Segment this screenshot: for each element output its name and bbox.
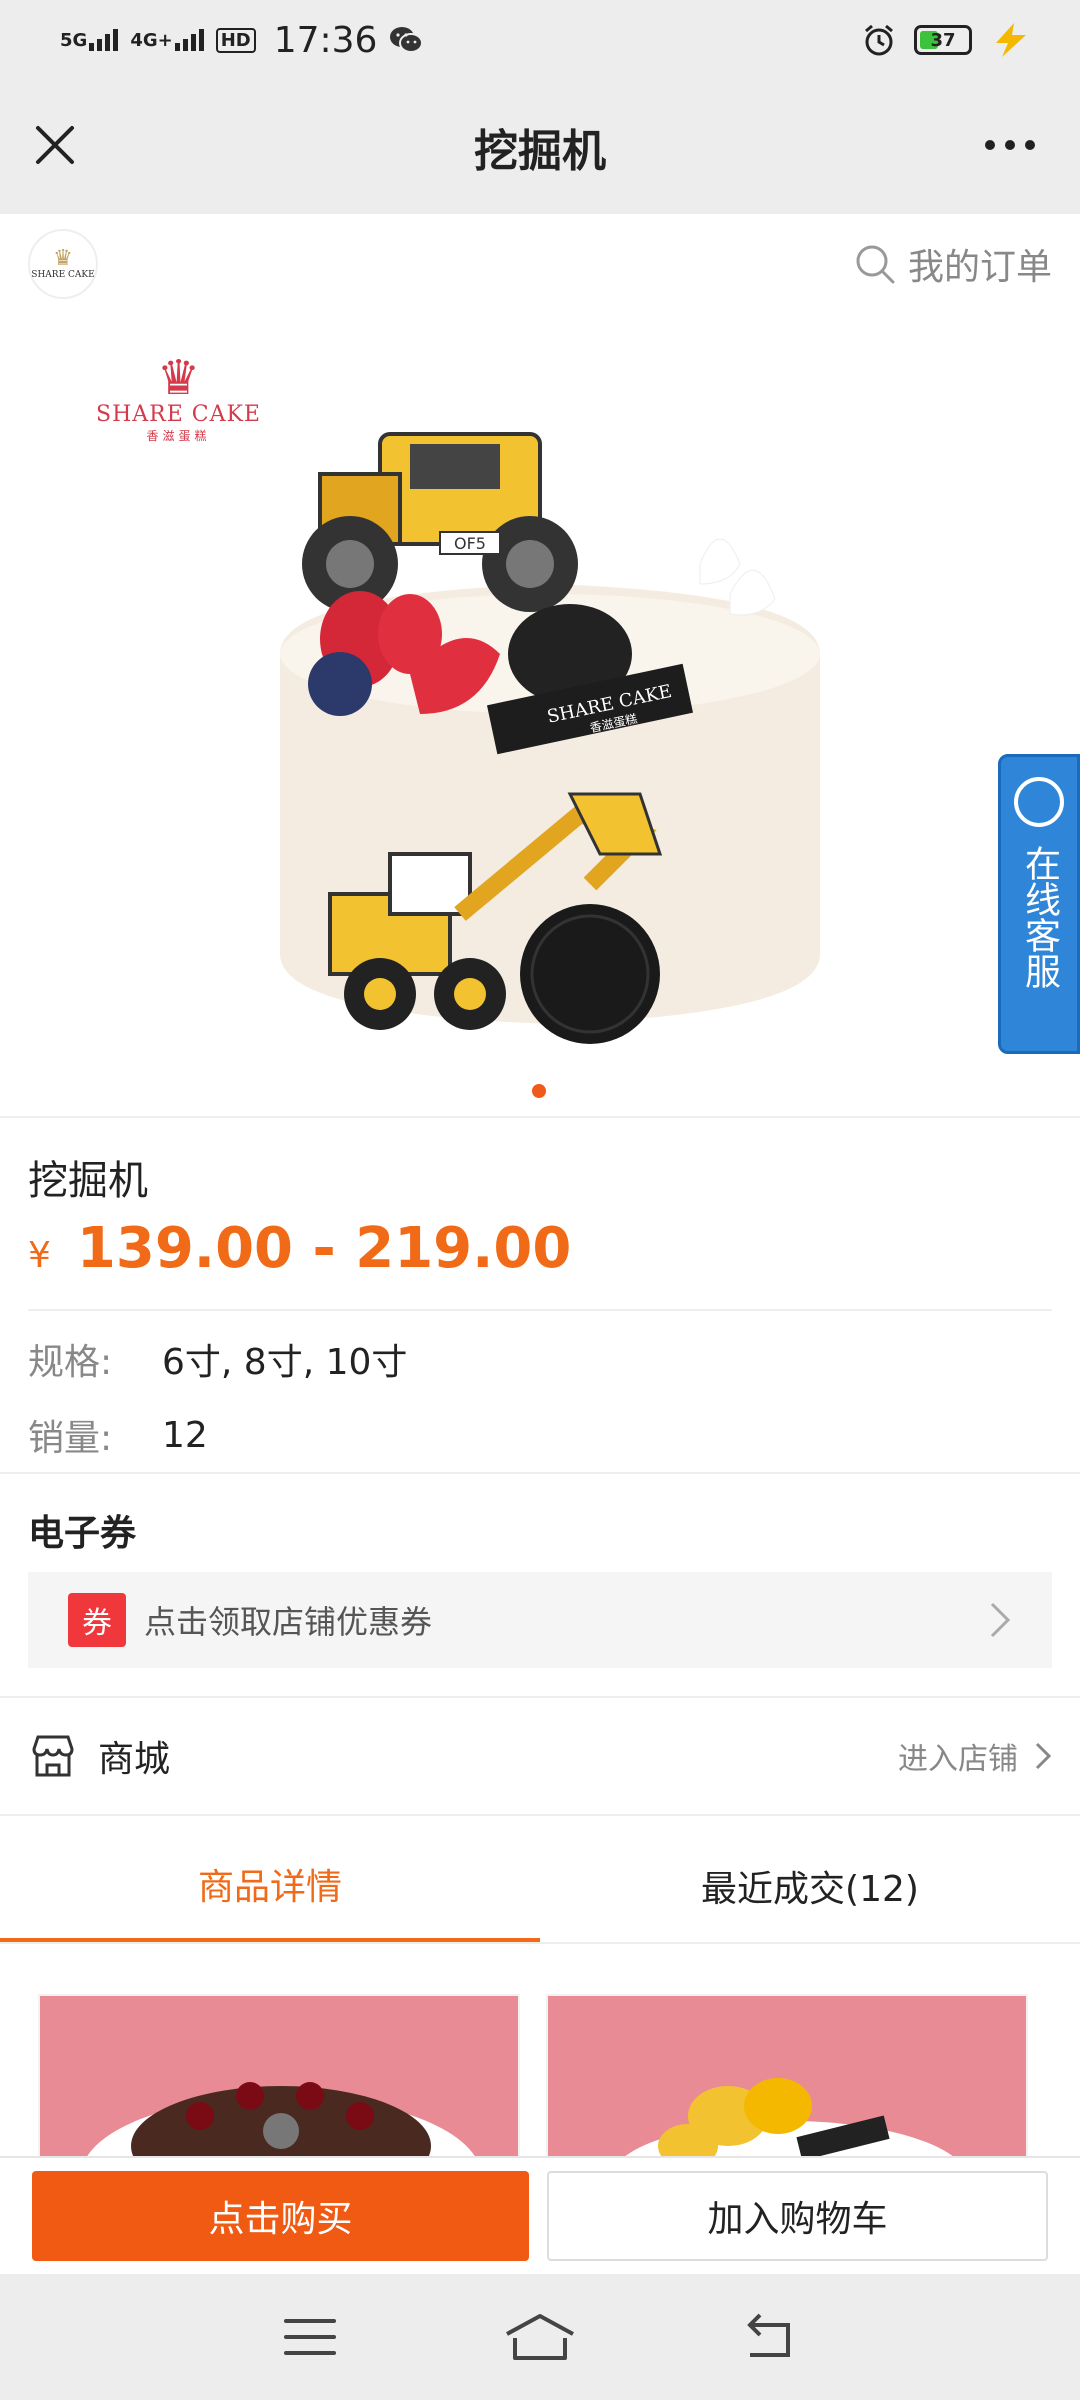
tab-recent-deals[interactable]: 最近成交(12) xyxy=(540,1830,1080,1942)
page-title: 挖掘机 xyxy=(474,126,606,177)
alarm-icon xyxy=(865,24,893,56)
claim-coupon-button[interactable]: 券 点击领取店铺优惠券 xyxy=(28,1572,1052,1668)
brand-watermark: ♛ SHARE CAKE 香滋蛋糕 xyxy=(96,354,261,444)
headset-icon xyxy=(1014,777,1064,827)
system-nav-bar xyxy=(0,2274,1080,2400)
detail-image-black-forest xyxy=(38,1994,520,2156)
currency-symbol: ¥ xyxy=(28,1235,51,1276)
home-icon[interactable] xyxy=(503,2312,577,2362)
hd-icon: HD xyxy=(215,27,256,53)
shop-logo[interactable]: ♛ SHARE CAKE xyxy=(28,229,98,299)
coupon-text: 点击领取店铺优惠券 xyxy=(144,1603,433,1641)
sales-row: 销量: 12 xyxy=(28,1397,1052,1473)
online-service-button[interactable]: 在线客服 xyxy=(998,754,1080,1054)
plate-text: OF5 xyxy=(454,534,486,553)
store-row[interactable]: 商城 进入店铺 xyxy=(0,1696,1080,1816)
status-bar: 5G 4G+ HD 17:36 37 xyxy=(0,0,1080,80)
battery-level: 37 xyxy=(930,29,956,51)
detail-tabs: 商品详情 最近成交(12) xyxy=(0,1830,1080,1944)
enter-store-label: 进入店铺 xyxy=(898,1742,1018,1777)
network-label-4g: 4G+ xyxy=(130,30,173,51)
charging-icon xyxy=(996,23,1026,57)
product-info: 挖掘机 ¥ 139.00 - 219.00 规格: 6寸, 8寸, 10寸 销量… xyxy=(0,1116,1080,1483)
signal-bars-icon xyxy=(89,29,119,51)
brand-name: SHARE CAKE xyxy=(96,402,261,427)
buy-button[interactable]: 点击购买 xyxy=(32,2171,529,2261)
spec-row: 规格: 6寸, 8寸, 10寸 xyxy=(28,1321,1052,1397)
chevron-right-icon xyxy=(1035,1742,1052,1770)
sales-value: 12 xyxy=(162,1414,208,1456)
search-icon xyxy=(856,245,895,284)
menu-icon[interactable] xyxy=(282,2315,338,2359)
cake-image: OF5 SHARE CAKE 香滋蛋糕 xyxy=(280,432,820,1044)
add-to-cart-button[interactable]: 加入购物车 xyxy=(547,2171,1048,2261)
shop-strip: ♛ SHARE CAKE 我的订单 xyxy=(0,214,1080,314)
tab-product-details[interactable]: 商品详情 xyxy=(0,1830,540,1942)
store-name: 商城 xyxy=(98,1739,171,1780)
chevron-right-icon xyxy=(990,1602,1011,1638)
signal-4g: 4G+ xyxy=(130,29,204,51)
store-icon xyxy=(32,1735,74,1777)
signal-5g: 5G xyxy=(60,29,119,51)
coupon-badge: 券 xyxy=(68,1593,126,1647)
detail-image-mango xyxy=(546,1994,1028,2156)
coupon-title: 电子券 xyxy=(28,1513,137,1554)
wechat-icon xyxy=(390,27,424,53)
coupon-section: 电子券 券 点击领取店铺优惠券 xyxy=(0,1472,1080,1696)
product-image-carousel[interactable]: ♛ SHARE CAKE 香滋蛋糕 OF5 SHARE CAKE 香滋蛋糕 在线… xyxy=(0,314,1080,1116)
enter-store-link[interactable]: 进入店铺 xyxy=(898,1734,1052,1778)
spec-label: 规格: xyxy=(28,1342,113,1383)
detail-images xyxy=(0,1944,1080,2156)
carousel-indicator xyxy=(532,1084,546,1098)
product-name: 挖掘机 xyxy=(28,1158,148,1204)
signal-bars-icon xyxy=(174,29,204,51)
brand-sub: 香滋蛋糕 xyxy=(146,429,211,443)
more-icon[interactable] xyxy=(980,120,1040,170)
spec-value: 6寸, 8寸, 10寸 xyxy=(162,1342,408,1383)
crown-icon: ♛ xyxy=(53,246,73,271)
action-bar: 点击购买 加入购物车 xyxy=(0,2156,1080,2274)
crown-icon: ♛ xyxy=(156,350,200,406)
sales-label: 销量: xyxy=(28,1418,113,1459)
network-label-5g: 5G xyxy=(60,30,88,51)
close-icon[interactable] xyxy=(30,120,80,170)
clock: 17:36 xyxy=(273,19,378,61)
battery-icon: 37 xyxy=(914,25,972,55)
price-range: 139.00 - 219.00 xyxy=(76,1216,572,1281)
online-service-label: 在线客服 xyxy=(1019,845,1060,989)
status-left: 5G 4G+ HD 17:36 xyxy=(60,19,424,61)
product-price: ¥ 139.00 - 219.00 xyxy=(28,1216,1052,1281)
shop-logo-text: SHARE CAKE xyxy=(31,270,95,280)
my-orders-label: 我的订单 xyxy=(907,247,1052,288)
title-bar: 挖掘机 xyxy=(0,80,1080,214)
status-right: 37 xyxy=(862,23,1030,57)
my-orders-link[interactable]: 我的订单 xyxy=(854,238,1052,290)
back-icon[interactable] xyxy=(742,2313,798,2361)
